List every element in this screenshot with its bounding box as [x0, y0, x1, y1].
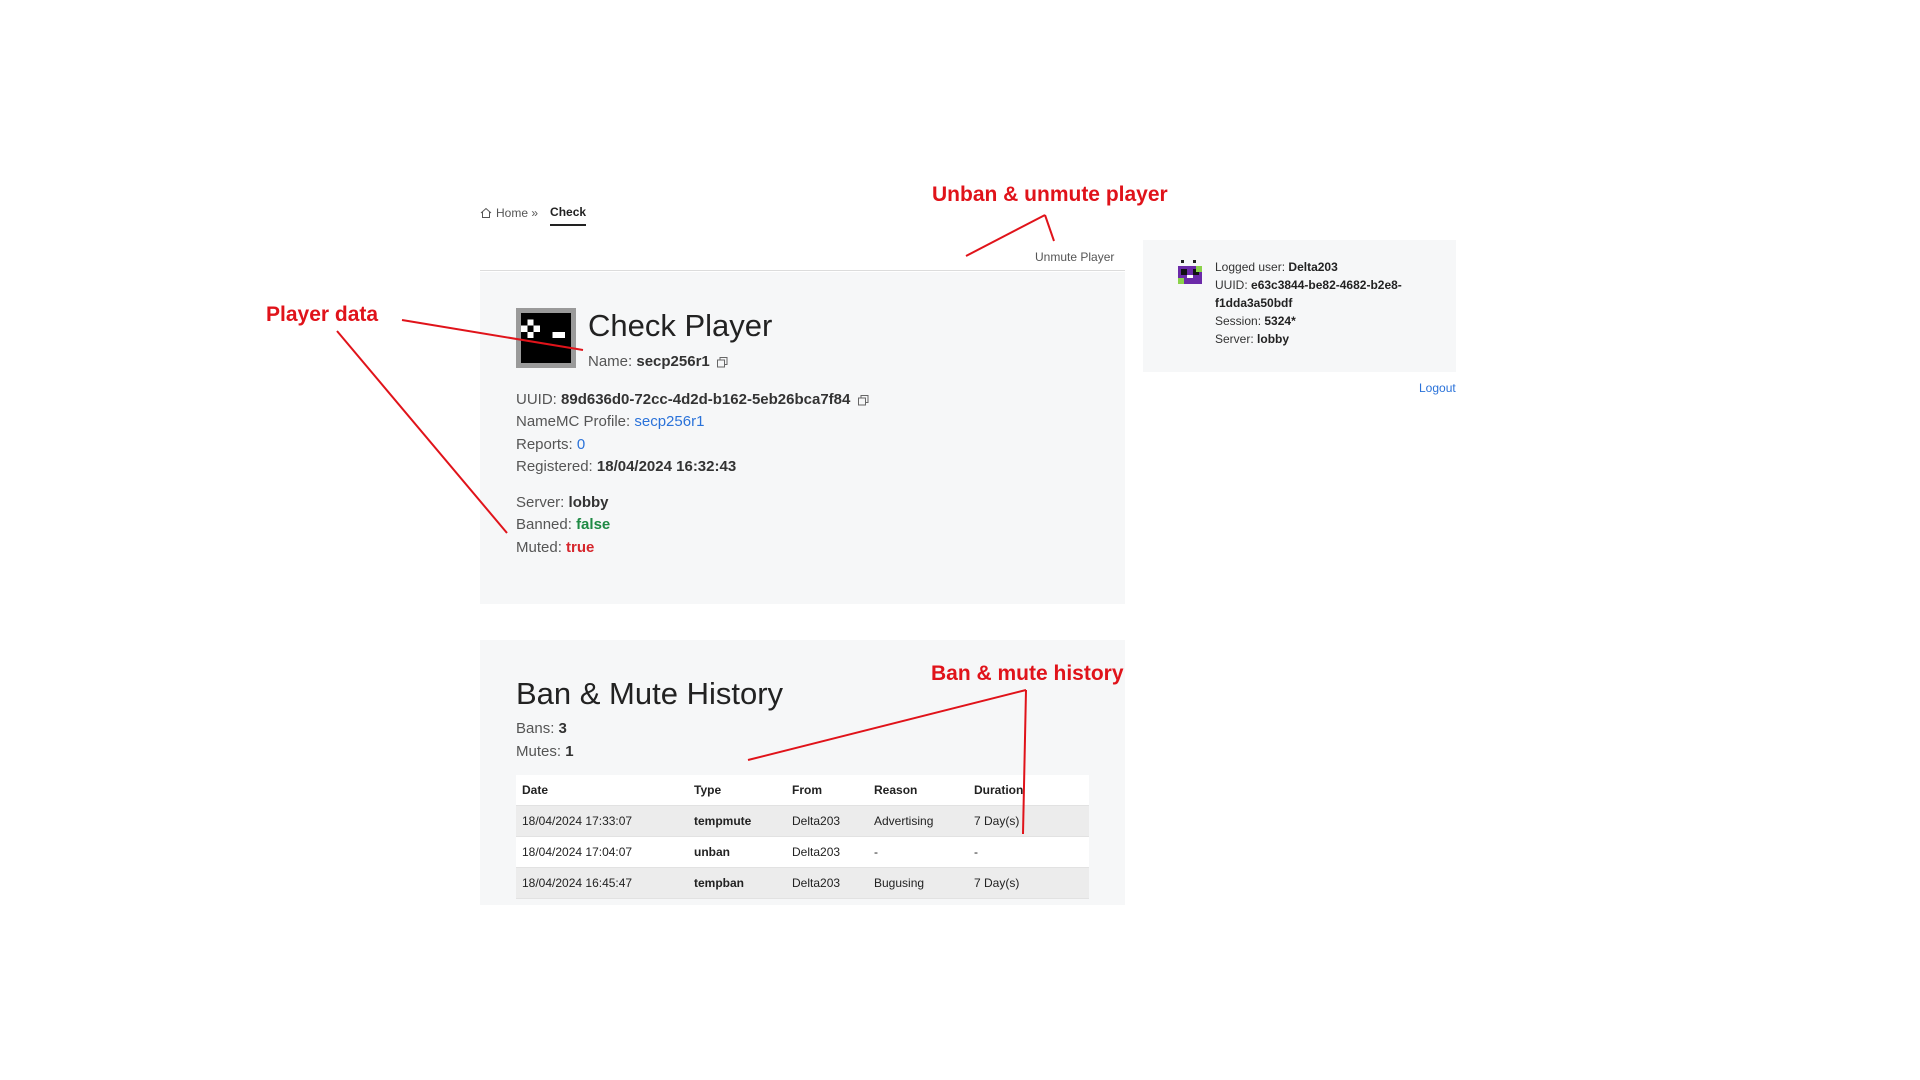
annotation-lines [336, 214, 1055, 835]
